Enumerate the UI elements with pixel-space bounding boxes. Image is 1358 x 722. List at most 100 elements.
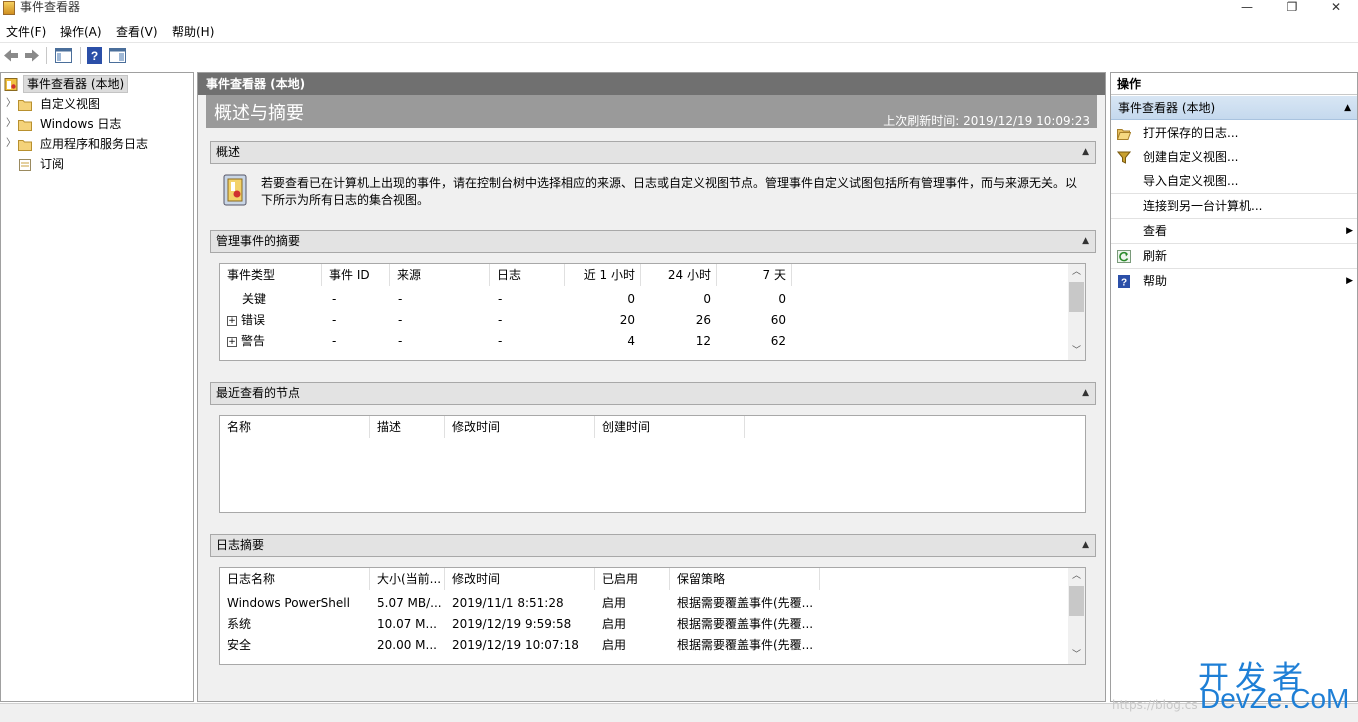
column-header[interactable]: 描述 xyxy=(370,416,445,438)
scroll-down-icon[interactable]: ﹀ xyxy=(1068,343,1085,360)
cell-log-name: 安全 xyxy=(227,638,252,652)
column-header[interactable]: 事件 ID xyxy=(322,264,390,286)
column-header[interactable]: 事件类型 xyxy=(220,264,322,286)
cell-24h: 12 xyxy=(695,334,711,348)
expand-icon[interactable]: + xyxy=(227,315,237,326)
cell-log-name: 系统 xyxy=(227,617,252,631)
scroll-up-icon[interactable]: ︿ xyxy=(1068,264,1085,281)
column-header[interactable]: 日志 xyxy=(490,264,565,286)
event-viewer-window: 事件查看器 — ❐ ✕ 文件(F) 操作(A) 查看(V) 帮助(H) ? 事件… xyxy=(0,0,1358,722)
table-row[interactable]: + 警告 - - - 4 12 62 xyxy=(220,331,1068,352)
actions-header: 操作 xyxy=(1111,73,1357,95)
column-header[interactable]: 修改时间 xyxy=(445,416,595,438)
cell-enabled: 启用 xyxy=(602,617,627,631)
vertical-scrollbar[interactable]: ︿ ﹀ xyxy=(1068,568,1085,664)
overview-description: 若要查看已在计算机上出现的事件，请在控制台树中选择相应的来源、日志或自定义视图节… xyxy=(261,176,1078,207)
column-header[interactable]: 来源 xyxy=(390,264,490,286)
menu-help[interactable]: 帮助(H) xyxy=(172,23,214,40)
show-hide-console-tree-icon[interactable] xyxy=(54,46,73,65)
column-header[interactable]: 名称 xyxy=(220,416,370,438)
forward-arrow-icon[interactable] xyxy=(23,46,41,65)
chevron-right-icon[interactable]: 〉 xyxy=(6,95,16,113)
admin-summary-section-header[interactable]: 管理事件的摘要 ▲ xyxy=(210,230,1096,253)
svg-text:?: ? xyxy=(91,49,98,63)
table-header: 事件类型 事件 ID 来源 日志 近 1 小时 24 小时 7 天 xyxy=(220,264,1068,286)
refresh-icon xyxy=(1117,250,1131,263)
cell-event-type: 警告 xyxy=(241,334,266,348)
chevron-right-icon[interactable]: 〉 xyxy=(6,135,16,153)
expand-icon[interactable]: + xyxy=(227,336,237,347)
column-header[interactable]: 大小(当前... xyxy=(370,568,445,590)
scroll-up-icon[interactable]: ︿ xyxy=(1068,568,1085,585)
last-refresh-time: 上次刷新时间: 2019/12/19 10:09:23 xyxy=(883,114,1090,128)
table-row[interactable]: 安全 20.00 M... 2019/12/19 10:07:18 启用 根据需… xyxy=(220,635,1068,656)
column-header[interactable]: 创建时间 xyxy=(595,416,745,438)
watermark-url: https://blog.cs xyxy=(1112,698,1198,712)
scrollbar-thumb[interactable] xyxy=(1069,282,1084,312)
subscription-icon xyxy=(19,159,31,171)
overview-section-header[interactable]: 概述 ▲ xyxy=(210,141,1096,164)
menu-action[interactable]: 操作(A) xyxy=(60,23,102,40)
close-icon[interactable]: ✕ xyxy=(1313,0,1358,16)
svg-text:?: ? xyxy=(1121,278,1127,289)
column-header[interactable]: 7 天 xyxy=(717,264,792,286)
action-view[interactable]: 查看 ▶ xyxy=(1111,220,1357,244)
page-title: 概述与摘要 xyxy=(214,103,304,124)
actions-group-header[interactable]: 事件查看器 (本地) ▲ xyxy=(1111,96,1357,120)
cell-7d: 62 xyxy=(770,334,786,348)
action-refresh[interactable]: 刷新 xyxy=(1111,245,1357,269)
collapse-icon[interactable]: ▲ xyxy=(1082,231,1089,252)
cell-source: - xyxy=(398,313,403,327)
cell-size: 5.07 MB/... xyxy=(377,596,442,610)
event-viewer-icon xyxy=(4,78,18,91)
back-arrow-icon[interactable] xyxy=(2,46,20,65)
collapse-icon[interactable]: ▲ xyxy=(1082,383,1089,404)
actions-group-title: 事件查看器 (本地) xyxy=(1118,101,1216,115)
vertical-scrollbar[interactable]: ︿ ﹀ xyxy=(1068,264,1085,360)
table-row[interactable]: + 错误 - - - 20 26 60 xyxy=(220,310,1068,331)
cell-24h: 0 xyxy=(703,292,711,306)
cell-policy: 根据需要覆盖事件(先覆... xyxy=(677,596,814,610)
action-import-custom-view[interactable]: 导入自定义视图... xyxy=(1111,170,1357,194)
log-summary-title: 日志摘要 xyxy=(216,538,265,552)
scrollbar-thumb[interactable] xyxy=(1069,586,1084,616)
submenu-arrow-icon: ▶ xyxy=(1346,276,1353,286)
table-row[interactable]: 系统 10.07 M... 2019/12/19 9:59:58 启用 根据需要… xyxy=(220,614,1068,635)
cell-1h: 4 xyxy=(627,334,635,348)
cell-log: - xyxy=(498,334,503,348)
column-header[interactable]: 保留策略 xyxy=(670,568,820,590)
cell-event-id: - xyxy=(332,292,337,306)
table-row[interactable]: Windows PowerShell 5.07 MB/... 2019/11/1… xyxy=(220,593,1068,614)
action-connect-another-computer[interactable]: 连接到另一台计算机... xyxy=(1111,195,1357,219)
title-bar: 事件查看器 — ❐ ✕ xyxy=(0,0,1358,18)
cell-event-type: 错误 xyxy=(241,313,266,327)
cell-policy: 根据需要覆盖事件(先覆... xyxy=(677,617,814,631)
column-header[interactable]: 日志名称 xyxy=(220,568,370,590)
menu-view[interactable]: 查看(V) xyxy=(116,23,158,40)
chevron-right-icon[interactable]: 〉 xyxy=(6,115,16,133)
menu-file[interactable]: 文件(F) xyxy=(6,23,46,40)
minimize-icon[interactable]: — xyxy=(1224,0,1270,16)
show-hide-action-pane-icon[interactable] xyxy=(108,46,127,65)
cell-7d: 0 xyxy=(778,292,786,306)
overview-icon xyxy=(223,174,247,206)
action-open-saved-log[interactable]: 打开保存的日志... xyxy=(1111,122,1357,146)
help-icon[interactable]: ? xyxy=(86,46,103,65)
log-summary-section-header[interactable]: 日志摘要 ▲ xyxy=(210,534,1096,557)
cell-source: - xyxy=(398,292,403,306)
collapse-icon[interactable]: ▲ xyxy=(1082,535,1089,556)
column-header[interactable]: 修改时间 xyxy=(445,568,595,590)
column-header[interactable]: 24 小时 xyxy=(641,264,717,286)
table-row[interactable]: 关键 - - - 0 0 0 xyxy=(220,289,1068,310)
folder-icon xyxy=(18,120,32,131)
column-header[interactable]: 近 1 小时 xyxy=(565,264,641,286)
collapse-icon[interactable]: ▲ xyxy=(1082,142,1089,163)
scroll-down-icon[interactable]: ﹀ xyxy=(1068,647,1085,664)
column-header[interactable]: 已启用 xyxy=(595,568,670,590)
recent-nodes-section-header[interactable]: 最近查看的节点 ▲ xyxy=(210,382,1096,405)
recent-nodes-table: 名称 描述 修改时间 创建时间 xyxy=(219,415,1086,513)
collapse-icon[interactable]: ▲ xyxy=(1344,96,1351,120)
action-help[interactable]: ? 帮助 ▶ xyxy=(1111,270,1357,294)
action-create-custom-view[interactable]: 创建自定义视图... xyxy=(1111,146,1357,170)
maximize-icon[interactable]: ❐ xyxy=(1269,0,1315,16)
